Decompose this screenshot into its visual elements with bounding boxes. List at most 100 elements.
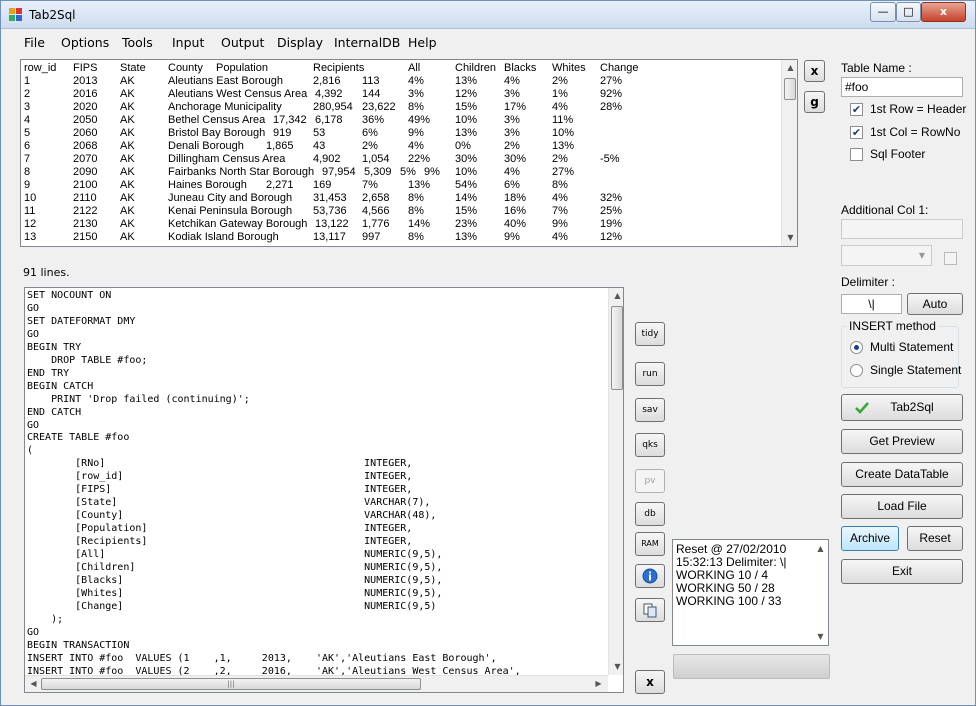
header-checkbox[interactable]: ✔	[850, 103, 863, 116]
table-cell: 3%	[504, 88, 520, 100]
tab2sql-button[interactable]: Tab2Sql	[841, 394, 963, 421]
ram-button[interactable]: RAM	[635, 532, 665, 556]
checkmark-icon	[855, 402, 869, 414]
table-row[interactable]: 5 2060 AK Bristol Bay Borough 919 53 6% 9% 13% 3%…	[21, 127, 781, 140]
lines-count-label: 91 lines.	[23, 266, 70, 279]
table-row[interactable]: 3 2020 AK Anchorage Municipality 280,954 23,6…	[21, 101, 781, 114]
table-row[interactable]: 9 2100 AK Haines Borough 2,271 169 7% 13% 54% 6% 8…	[21, 179, 781, 192]
menu-internaldb[interactable]: InternalDB	[334, 35, 400, 50]
table-row[interactable]: 1 2013 AK Aleutians East Borough 2,816 113 4% 1…	[21, 75, 781, 88]
close-button[interactable]: x	[921, 2, 966, 22]
column-header: Change	[600, 62, 639, 74]
table-cell: AK	[120, 75, 135, 87]
clear-button[interactable]: x	[635, 670, 665, 694]
table-cell: 12%	[600, 231, 623, 243]
menu-file[interactable]: File	[24, 35, 45, 50]
save-button[interactable]: sav	[635, 398, 665, 422]
additional-col-select[interactable]: ▼	[841, 245, 932, 266]
multi-statement-label: Multi Statement	[870, 340, 954, 354]
menu-tools[interactable]: Tools	[122, 35, 153, 50]
table-cell: 2013	[73, 75, 98, 87]
get-preview-button[interactable]: Get Preview	[841, 429, 963, 454]
table-cell: 4,392	[315, 88, 343, 100]
tidy-button[interactable]: tidy	[635, 322, 665, 346]
pv-button[interactable]: pv	[635, 469, 665, 493]
table-row[interactable]: 7 2070 AK Dillingham Census Area 4,902 1,054 2…	[21, 153, 781, 166]
scroll-down-icon[interactable]: ▼	[782, 231, 797, 245]
qks-button[interactable]: qks	[635, 433, 665, 457]
menu-output[interactable]: Output	[221, 35, 264, 50]
table-cell: AK	[120, 140, 135, 152]
table-header-row: row_id FIPS State County Population Recipient…	[21, 62, 781, 75]
table-row[interactable]: 8 2090 AK Fairbanks North Star Borough 97,95…	[21, 166, 781, 179]
table-cell: 2150	[73, 231, 98, 243]
table-row[interactable]: 11 2122 AK Kenai Peninsula Borough 53,736 4,5…	[21, 205, 781, 218]
table-cell: 31,453	[313, 192, 347, 204]
multi-statement-radio[interactable]	[850, 341, 863, 354]
additional-col-checkbox[interactable]	[944, 252, 957, 265]
table-cell: 54%	[455, 179, 478, 191]
sql-vertical-scrollbar[interactable]: ▲ ▼	[608, 288, 623, 675]
sql-scroll-left-icon[interactable]: ◀	[25, 677, 42, 691]
close-table-button[interactable]: x	[804, 60, 825, 82]
table-row[interactable]: 10 2110 AK Juneau City and Borough 31,453 2,6…	[21, 192, 781, 205]
info-button[interactable]	[635, 564, 665, 588]
sql-hscroll-thumb[interactable]: |||	[41, 678, 421, 690]
db-button[interactable]: db	[635, 502, 665, 526]
table-cell: 3	[24, 101, 31, 113]
sql-footer-checkbox[interactable]	[850, 148, 863, 161]
table-cell: 8%	[408, 192, 424, 204]
sql-scroll-right-icon[interactable]: ▶	[590, 677, 607, 691]
sql-scroll-thumb[interactable]	[611, 306, 623, 390]
create-datatable-button[interactable]: Create DataTable	[841, 462, 963, 487]
scroll-up-icon[interactable]: ▲	[782, 61, 797, 75]
table-row[interactable]: 12 2130 AK Ketchikan Gateway Borough 13,122 1…	[21, 218, 781, 231]
archive-button[interactable]: Archive	[841, 526, 899, 551]
menu-input[interactable]: Input	[172, 35, 204, 50]
table-vertical-scrollbar[interactable]: ▲ ▼	[781, 60, 797, 246]
table-scroll-thumb[interactable]	[784, 78, 796, 100]
table-row[interactable]: 6 2068 AK Denali Borough 1,865 43 2% 4% 0% 2% 13%	[21, 140, 781, 153]
table-row[interactable]: 13 2150 AK Kodiak Island Borough 13,117 997 8%…	[21, 231, 781, 244]
grid-button[interactable]: g	[804, 91, 825, 113]
table-cell: 10	[24, 192, 37, 204]
run-button[interactable]: run	[635, 362, 665, 386]
table-name-input[interactable]: #foo	[841, 77, 963, 97]
log-textarea[interactable]: Reset @ 27/02/2010 15:32:13 Delimiter: \…	[672, 539, 829, 646]
exit-button[interactable]: Exit	[841, 559, 963, 584]
delimiter-input[interactable]: \|	[841, 294, 902, 314]
menu-help[interactable]: Help	[408, 35, 437, 50]
table-cell: 144	[362, 88, 381, 100]
rowno-checkbox[interactable]: ✔	[850, 126, 863, 139]
load-file-button[interactable]: Load File	[841, 494, 963, 519]
table-cell: 4%	[552, 101, 568, 113]
column-header: All	[408, 62, 421, 74]
menu-bar: File Options Tools Input Output Display …	[2, 31, 974, 55]
table-row[interactable]: 2 2016 AK Aleutians West Census Area 4,392 14…	[21, 88, 781, 101]
table-row[interactable]: 4 2050 AK Bethel Census Area 17,342 6,178 36% 4…	[21, 114, 781, 127]
data-preview-table[interactable]: row_id FIPS State County Population Recipient…	[20, 59, 798, 247]
table-cell: AK	[120, 218, 135, 230]
table-cell: 1,776	[362, 218, 390, 230]
auto-button[interactable]: Auto	[907, 293, 963, 315]
maximize-button[interactable]: □	[896, 2, 921, 22]
table-cell: 13%	[455, 75, 478, 87]
sql-scroll-down-icon[interactable]: ▼	[609, 660, 623, 674]
sql-horizontal-scrollbar[interactable]: ◀ ||| ▶	[25, 675, 608, 692]
sql-output-textarea[interactable]: SET NOCOUNT ON GO SET DATEFORMAT DMY GO …	[24, 287, 624, 693]
log-line: WORKING 10 / 4	[676, 568, 769, 582]
sql-scroll-up-icon[interactable]: ▲	[609, 289, 623, 303]
table-cell: 2050	[73, 114, 98, 126]
table-cell: 13%	[408, 179, 431, 191]
copy-button[interactable]	[635, 598, 665, 622]
reset-button[interactable]: Reset	[907, 526, 963, 551]
additional-col-input[interactable]	[841, 219, 963, 239]
menu-options[interactable]: Options	[61, 35, 109, 50]
minimize-button[interactable]: —	[870, 2, 896, 22]
log-scroll-down-icon[interactable]: ▼	[812, 630, 828, 644]
single-statement-radio[interactable]	[850, 364, 863, 377]
log-scroll-up-icon[interactable]: ▲	[812, 542, 828, 556]
menu-display[interactable]: Display	[277, 35, 323, 50]
table-cell: AK	[120, 88, 135, 100]
table-cell: Kodiak Island Borough	[168, 231, 279, 243]
